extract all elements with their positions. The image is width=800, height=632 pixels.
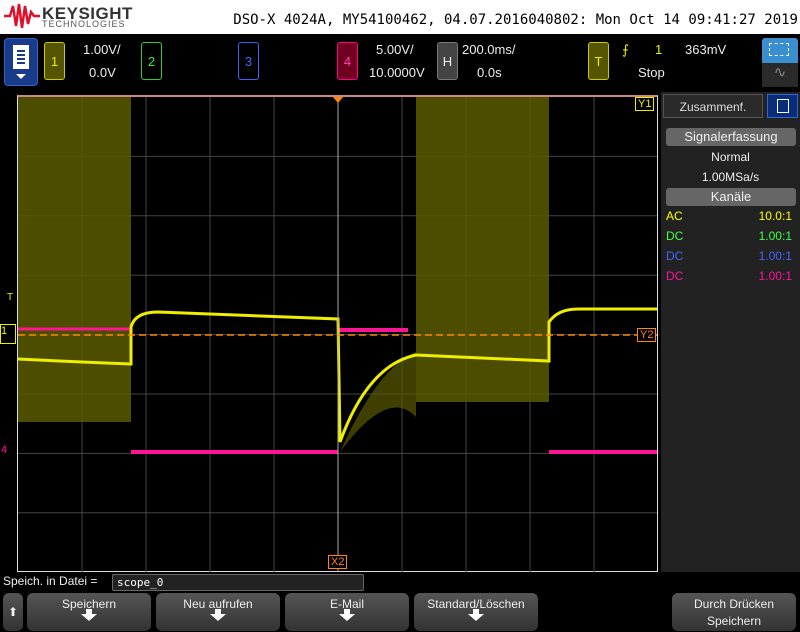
softkey-up-button[interactable]: ⬆ xyxy=(3,593,23,631)
channel-2-button[interactable]: 2 xyxy=(141,42,162,80)
acquisition-mode: Normal xyxy=(711,150,750,164)
trigger-position-marker xyxy=(333,97,343,103)
chevron-down-icon xyxy=(16,74,26,79)
menu-icon xyxy=(13,45,29,69)
arrow-down-icon xyxy=(210,609,226,621)
zoom-select-button[interactable] xyxy=(762,38,798,63)
header: KEYSIGHT TECHNOLOGIES DSO-X 4024A, MY541… xyxy=(0,0,800,34)
main-menu-button[interactable] xyxy=(4,38,38,86)
coupling: DC xyxy=(666,229,684,243)
window-title: DSO-X 4024A, MY54100462, 04.07.201604080… xyxy=(233,12,798,28)
waveform-display[interactable] xyxy=(17,95,658,572)
time-delay: 0.0s xyxy=(477,65,502,80)
trigger-button[interactable]: T xyxy=(588,42,609,80)
softkey-press-to-save[interactable]: Durch Drücken Speichern xyxy=(672,593,796,631)
arrow-down-icon xyxy=(81,609,97,621)
ch1-offset: 0.0V xyxy=(89,65,116,80)
time-scale: 200.0ms/ xyxy=(462,42,516,57)
ch4-scale: 5.00V/ xyxy=(376,42,414,57)
trigger-level-marker[interactable]: T xyxy=(7,292,13,303)
coupling: DC xyxy=(666,249,684,263)
probe-ratio: 1.00:1 xyxy=(758,229,792,243)
softkey-save[interactable]: Speichern xyxy=(27,593,151,631)
rising-edge-icon: ⨍ xyxy=(622,42,629,57)
probe-ratio: 1.00:1 xyxy=(758,249,792,263)
ch4-offset: 10.0000V xyxy=(369,65,425,80)
selection-box-icon xyxy=(769,43,789,56)
trigger-source: 1 xyxy=(655,42,663,57)
trigger-level: 363mV xyxy=(685,42,727,57)
arrow-up-icon: ⬆ xyxy=(7,605,19,619)
ch4-ground-marker[interactable]: 4 xyxy=(1,444,7,456)
channel-row-2: DC 1.00:1 xyxy=(666,229,792,243)
cursor-y1-marker[interactable]: Y1 xyxy=(635,97,655,111)
run-status: Stop xyxy=(638,65,665,80)
brand-sub: TECHNOLOGIES xyxy=(42,19,126,29)
acquisition-button[interactable]: Signalerfassung xyxy=(666,128,796,146)
waveform-svg xyxy=(17,97,657,572)
arrow-down-icon xyxy=(339,609,355,621)
channels-button[interactable]: Kanäle xyxy=(666,188,796,206)
cursor-x2-marker[interactable]: X2 xyxy=(328,555,348,569)
channel-row-3: DC 1.00:1 xyxy=(666,249,792,263)
probe-ratio: 1.00:1 xyxy=(758,269,792,283)
sample-rate: 1.00MSa/s xyxy=(701,170,760,184)
softkey-label-2: Speichern xyxy=(706,614,762,628)
save-file-label: Speich. in Datei = xyxy=(3,574,98,588)
softkey-label: Durch Drücken xyxy=(693,597,775,611)
coupling: DC xyxy=(666,269,684,283)
channel-4-button[interactable]: 4 xyxy=(337,42,358,80)
filename-input[interactable]: scope_0 xyxy=(112,574,364,591)
channel-1-button[interactable]: 1 xyxy=(44,42,65,80)
summary-panel: Zusammenf. Signalerfassung Normal 1.00MS… xyxy=(661,92,800,572)
channel-3-button[interactable]: 3 xyxy=(238,42,259,80)
coupling: AC xyxy=(666,209,683,223)
menu-icon xyxy=(776,99,789,113)
ch1-noise-band-left xyxy=(18,97,131,422)
waveform-draw-button[interactable]: ∿ xyxy=(762,63,798,87)
channel-row-1: AC 10.0:1 xyxy=(666,209,792,223)
cursor-y2-marker[interactable]: Y2 xyxy=(637,328,657,342)
horizontal-button[interactable]: H xyxy=(437,42,458,80)
softkey-default-erase[interactable]: Standard/Löschen xyxy=(414,593,538,631)
softkey-email[interactable]: E-Mail xyxy=(285,593,409,631)
probe-ratio: 10.0:1 xyxy=(758,209,792,223)
ch1-scale: 1.00V/ xyxy=(83,42,121,57)
keysight-logo-icon xyxy=(4,3,40,29)
softkey-recall[interactable]: Neu aufrufen xyxy=(156,593,280,631)
ch1-ground-marker[interactable]: 1 xyxy=(0,324,16,344)
tab-menu[interactable] xyxy=(767,94,798,118)
tab-summary[interactable]: Zusammenf. xyxy=(663,94,763,118)
arrow-down-icon xyxy=(468,609,484,621)
ch1-noise-tail xyxy=(340,352,416,452)
channel-row-4: DC 1.00:1 xyxy=(666,269,792,283)
